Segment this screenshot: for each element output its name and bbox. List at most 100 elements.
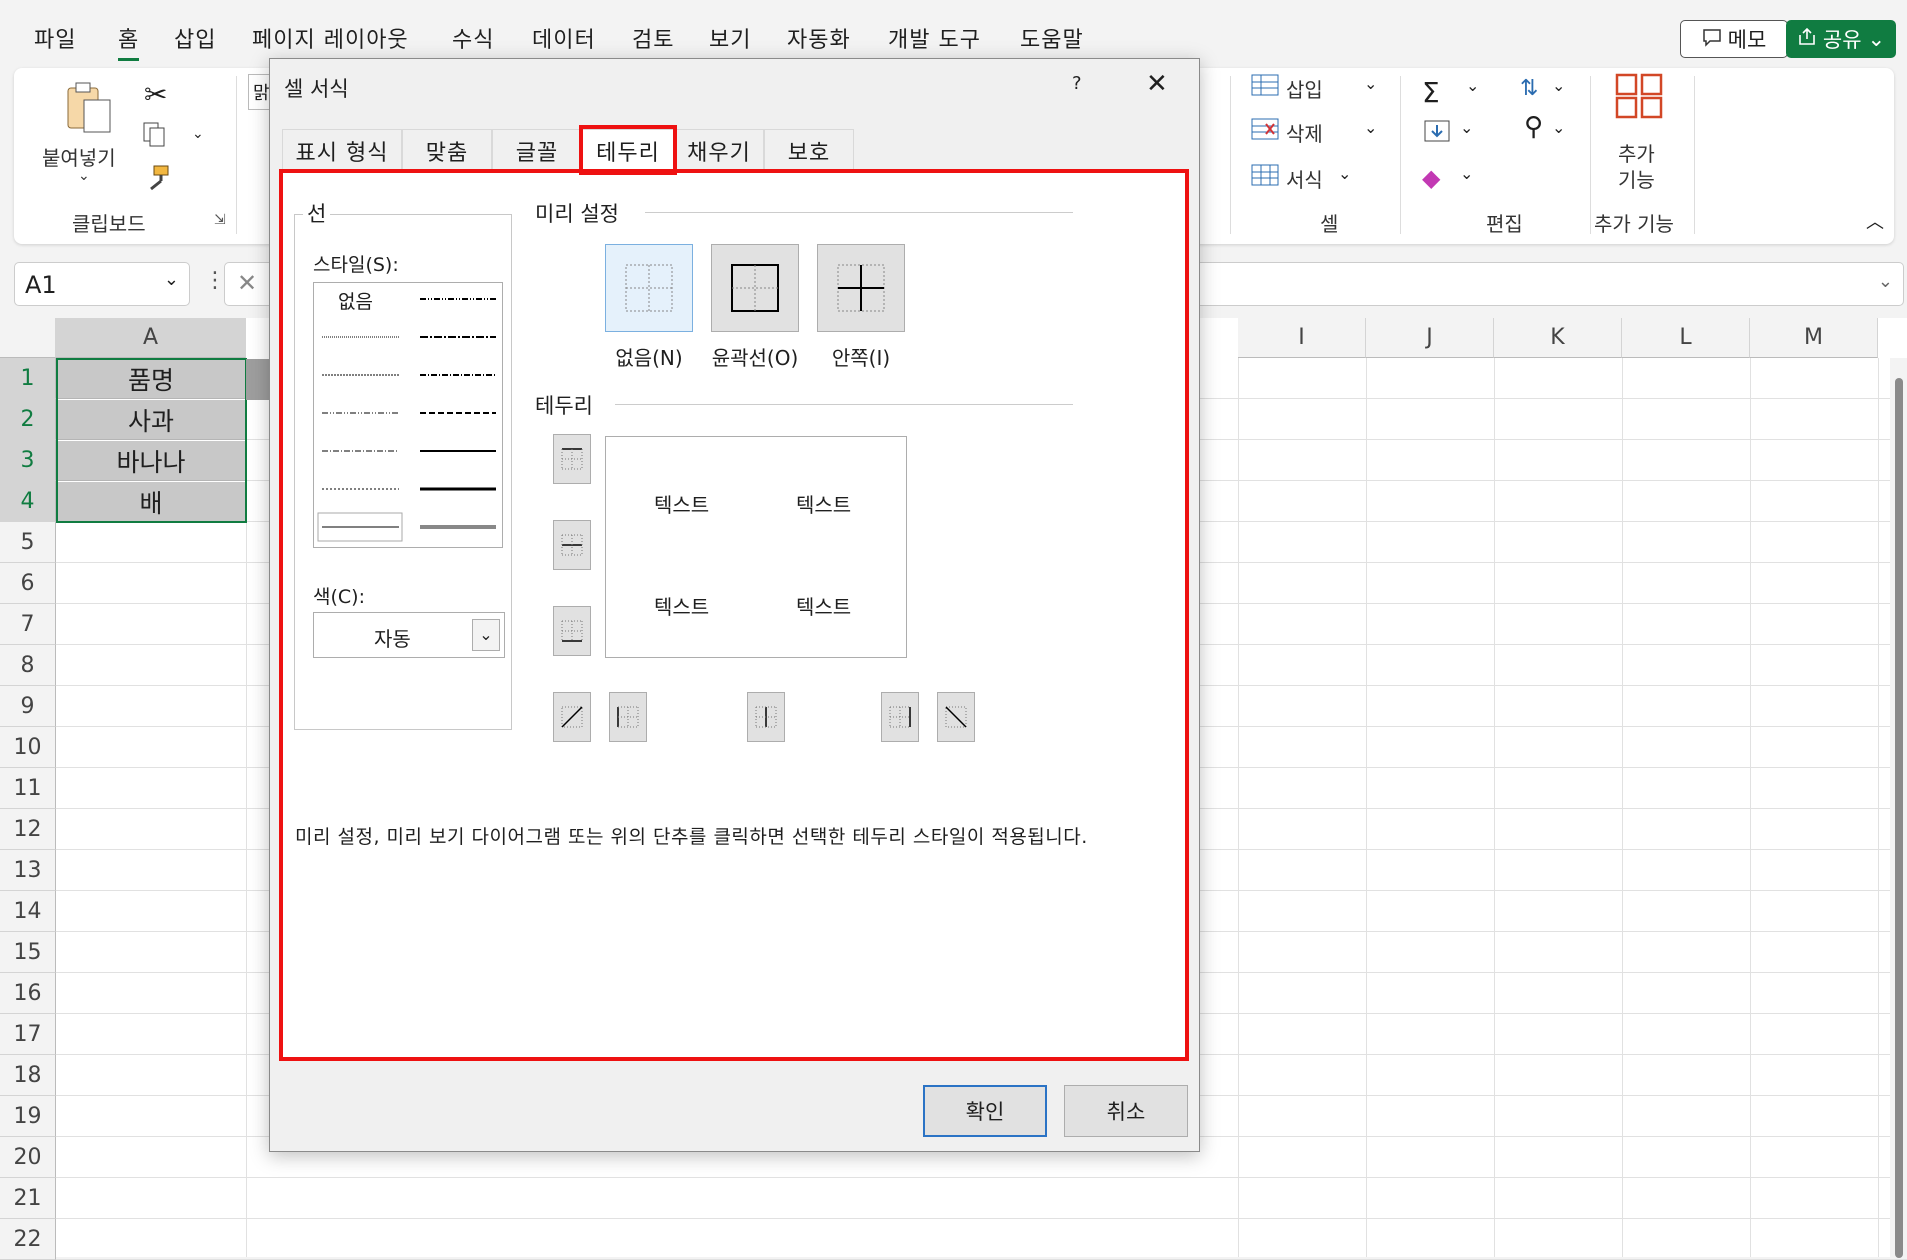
name-box[interactable]: A1 ⌄ [14, 262, 190, 306]
copy-icon[interactable] [140, 120, 168, 152]
chevron-down-icon[interactable]: ⌄ [78, 168, 90, 184]
memo-button[interactable]: 메모 [1680, 20, 1788, 58]
share-button[interactable]: 공유 ⌄ [1786, 20, 1896, 58]
format-painter-icon[interactable] [142, 164, 172, 196]
paste-button[interactable]: 붙여넣기 [42, 142, 116, 171]
addins-icon[interactable] [1614, 72, 1664, 124]
sort-filter-icon[interactable]: ⇅ [1520, 76, 1538, 101]
row-header-9[interactable]: 9 [0, 686, 56, 727]
chevron-down-icon[interactable]: ⌄ [1466, 76, 1479, 95]
row-header-13[interactable]: 13 [0, 850, 56, 891]
column-header-I[interactable]: I [1238, 318, 1366, 358]
menu-help[interactable]: 도움말 [1020, 22, 1084, 54]
row-header-12[interactable]: 12 [0, 809, 56, 850]
menu-formulas[interactable]: 수식 [452, 22, 494, 54]
menu-page-layout[interactable]: 페이지 레이아웃 [252, 22, 409, 54]
column-gridline [1494, 358, 1495, 1257]
close-icon[interactable]: ✕ [1146, 69, 1168, 99]
chevron-down-icon[interactable]: ⌄ [192, 126, 204, 142]
chevron-down-icon[interactable]: ⌄ [1552, 76, 1565, 95]
format-cells-icon[interactable] [1250, 162, 1280, 192]
tab-fill[interactable]: 채우기 [674, 129, 764, 171]
row-header-6[interactable]: 6 [0, 563, 56, 604]
ok-button[interactable]: 확인 [923, 1085, 1047, 1137]
cut-icon[interactable]: ✂ [144, 78, 167, 111]
vertical-scrollbar[interactable] [1890, 358, 1907, 1258]
cancel-button[interactable]: 취소 [1064, 1085, 1188, 1137]
row-header-1[interactable]: 1 [0, 358, 56, 399]
help-button[interactable]: ? [1072, 73, 1082, 94]
row-header-8[interactable]: 8 [0, 645, 56, 686]
format-cells-button[interactable]: 서식 [1286, 164, 1323, 193]
more-options-icon[interactable]: ⋮ [204, 268, 226, 293]
row-header-14[interactable]: 14 [0, 891, 56, 932]
collapse-ribbon-icon[interactable]: ︿ [1866, 208, 1884, 234]
row-header-2[interactable]: 2 [0, 399, 56, 440]
highlight-tab-box [579, 125, 677, 175]
menu-data[interactable]: 데이터 [532, 22, 596, 54]
menu-view[interactable]: 보기 [709, 22, 751, 54]
chevron-down-icon[interactable]: ⌄ [1364, 118, 1377, 137]
addins-button-line2[interactable]: 기능 [1618, 164, 1655, 193]
delete-cells-icon[interactable] [1250, 116, 1280, 146]
cell-B1-partial[interactable] [246, 359, 270, 400]
expand-formula-icon[interactable]: ⌄ [1878, 271, 1893, 292]
menu-home[interactable]: 홈 [118, 22, 140, 61]
row-header-7[interactable]: 7 [0, 604, 56, 645]
tab-font[interactable]: 글꼴 [492, 129, 582, 171]
row-header-3[interactable]: 3 [0, 440, 56, 481]
find-icon[interactable]: ⚲ [1524, 112, 1543, 142]
menu-developer[interactable]: 개발 도구 [888, 22, 981, 54]
tab-protection[interactable]: 보호 [764, 129, 854, 171]
column-header-M[interactable]: M [1750, 318, 1878, 358]
column-gridline [1622, 358, 1623, 1257]
column-header-L[interactable]: L [1622, 318, 1750, 358]
fill-icon[interactable] [1422, 118, 1452, 148]
tab-alignment[interactable]: 맞춤 [402, 129, 492, 171]
chevron-down-icon[interactable]: ⌄ [1338, 164, 1351, 183]
row-header-10[interactable]: 10 [0, 727, 56, 768]
chevron-down-icon[interactable]: ⌄ [164, 269, 179, 290]
insert-cells-button[interactable]: 삽입 [1286, 74, 1323, 103]
column-gridline [1750, 358, 1751, 1257]
addins-button-line1[interactable]: 추가 [1618, 138, 1655, 167]
autosum-icon[interactable]: Σ [1422, 76, 1440, 109]
column-header-K[interactable]: K [1494, 318, 1622, 358]
name-box-value: A1 [25, 271, 57, 299]
highlight-panel-box [279, 169, 1189, 1061]
menu-file[interactable]: 파일 [34, 22, 76, 54]
row-header-22[interactable]: 22 [0, 1219, 56, 1260]
paste-icon[interactable] [64, 80, 114, 140]
row-header-16[interactable]: 16 [0, 973, 56, 1014]
row-header-11[interactable]: 11 [0, 768, 56, 809]
delete-cells-button[interactable]: 삭제 [1286, 118, 1323, 147]
row-header-19[interactable]: 19 [0, 1096, 56, 1137]
chevron-down-icon[interactable]: ⌄ [1552, 118, 1565, 137]
select-all-corner[interactable] [0, 318, 56, 358]
menu-review[interactable]: 검토 [632, 22, 674, 54]
menu-automate[interactable]: 자동화 [787, 22, 851, 54]
row-header-15[interactable]: 15 [0, 932, 56, 973]
row-header-5[interactable]: 5 [0, 522, 56, 563]
chevron-down-icon[interactable]: ⌄ [1364, 74, 1377, 93]
memo-label: 메모 [1727, 28, 1767, 52]
clear-eraser-icon[interactable]: ◆ [1422, 164, 1440, 192]
row-header-21[interactable]: 21 [0, 1178, 56, 1219]
row-gridline [56, 1177, 1907, 1178]
row-header-20[interactable]: 20 [0, 1137, 56, 1178]
menu-insert[interactable]: 삽입 [174, 22, 216, 54]
chevron-down-icon[interactable]: ⌄ [1460, 118, 1473, 137]
column-gridline [1238, 358, 1239, 1257]
cancel-formula-icon[interactable]: ✕ [237, 269, 257, 297]
column-header-J[interactable]: J [1366, 318, 1494, 358]
tab-number[interactable]: 표시 형식 [282, 129, 402, 171]
insert-cells-icon[interactable] [1250, 72, 1280, 102]
row-header-4[interactable]: 4 [0, 481, 56, 522]
share-label: 공유 [1822, 28, 1862, 52]
dialog-launcher-icon[interactable]: ⇲ [214, 212, 226, 228]
row-header-17[interactable]: 17 [0, 1014, 56, 1055]
column-header-A[interactable]: A [56, 318, 246, 358]
row-header-18[interactable]: 18 [0, 1055, 56, 1096]
scrollbar-thumb[interactable] [1895, 378, 1903, 1258]
chevron-down-icon[interactable]: ⌄ [1460, 164, 1473, 183]
